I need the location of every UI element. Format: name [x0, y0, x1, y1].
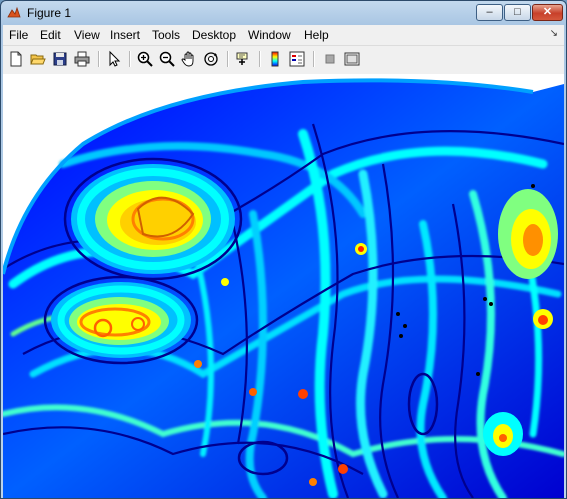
menu-file[interactable]: File	[9, 28, 28, 42]
rotate-3d-icon[interactable]	[202, 50, 220, 68]
figure-window: Figure 1 ‒ □ ✕ File Edit View Insert Too…	[0, 0, 567, 499]
close-icon: ✕	[542, 6, 553, 18]
maximize-icon: □	[514, 6, 521, 18]
contour-plot-image	[3, 78, 564, 498]
minimize-button[interactable]: ‒	[476, 4, 503, 21]
menu-help[interactable]: Help	[304, 28, 329, 42]
toolbar-separator	[313, 51, 315, 67]
show-plot-tools-icon[interactable]	[343, 50, 361, 68]
window-title: Figure 1	[27, 6, 72, 20]
maximize-button[interactable]: □	[504, 4, 531, 21]
menu-edit[interactable]: Edit	[40, 28, 61, 42]
insert-legend-icon[interactable]	[288, 50, 306, 68]
edit-plot-arrow-icon[interactable]	[105, 50, 123, 68]
print-icon[interactable]	[73, 50, 91, 68]
matlab-logo-icon	[7, 6, 21, 18]
toolbar-separator	[227, 51, 229, 67]
menu-bar: File Edit View Insert Tools Desktop Wind…	[3, 25, 564, 45]
insert-colorbar-icon[interactable]	[266, 50, 284, 68]
save-icon[interactable]	[51, 50, 69, 68]
zoom-in-icon[interactable]	[136, 50, 154, 68]
toolbar-separator	[129, 51, 131, 67]
figure-canvas[interactable]	[3, 74, 564, 498]
toolbar-separator	[259, 51, 261, 67]
menu-window[interactable]: Window	[248, 28, 291, 42]
zoom-out-icon[interactable]	[158, 50, 176, 68]
pan-hand-icon[interactable]	[180, 50, 198, 68]
minimize-icon: ‒	[486, 6, 493, 18]
close-button[interactable]: ✕	[532, 4, 563, 21]
new-figure-icon[interactable]	[7, 50, 25, 68]
figure-toolbar	[3, 45, 564, 75]
toolbar-separator	[98, 51, 100, 67]
menu-desktop[interactable]: Desktop	[192, 28, 236, 42]
menu-tools[interactable]: Tools	[152, 28, 180, 42]
menu-view[interactable]: View	[74, 28, 100, 42]
hide-plot-tools-icon[interactable]	[321, 50, 339, 68]
menu-insert[interactable]: Insert	[110, 28, 140, 42]
title-bar[interactable]: Figure 1 ‒ □ ✕	[1, 1, 566, 25]
data-cursor-icon[interactable]	[234, 50, 252, 68]
open-file-icon[interactable]	[29, 50, 47, 68]
dock-arrow-icon[interactable]: ↘	[550, 28, 558, 39]
